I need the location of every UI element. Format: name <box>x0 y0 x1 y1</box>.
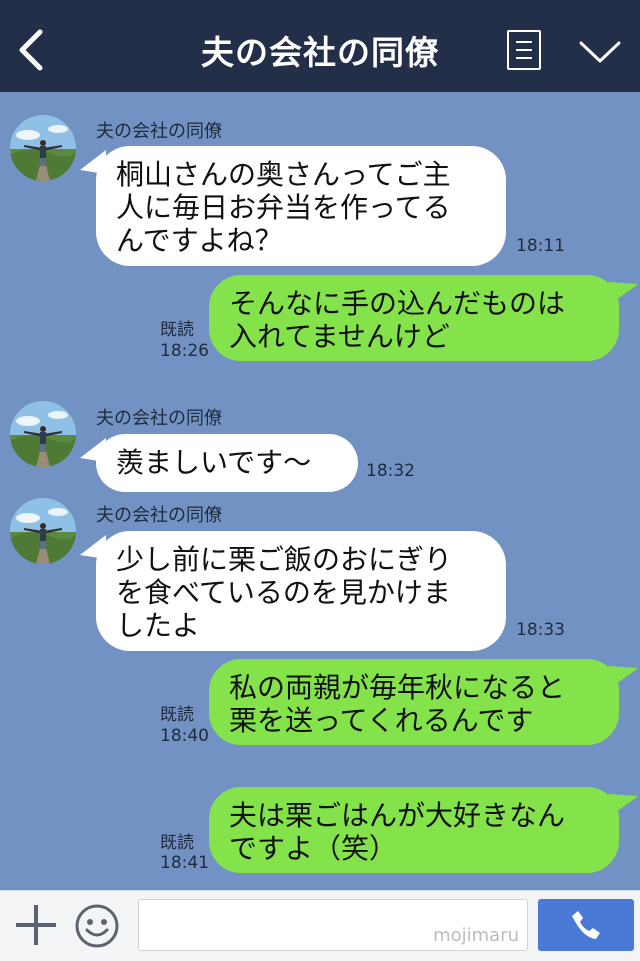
message-line: 栗を送ってくれるんです <box>229 704 534 737</box>
chat-header: 夫の会社の同僚 <box>0 0 640 92</box>
message-line: を食べているのを見かけま <box>116 576 451 609</box>
plus-icon[interactable] <box>14 903 58 947</box>
chevron-down-icon[interactable] <box>578 38 622 66</box>
read-receipt: 既読 <box>160 705 194 725</box>
message-input[interactable]: mojimaru <box>138 899 528 951</box>
menu-icon[interactable] <box>507 30 541 70</box>
read-receipt: 既読 <box>160 833 194 853</box>
message-line: したよ <box>116 609 201 642</box>
message-line: 桐山さんの奥さんってご主 <box>116 158 451 191</box>
message-line: んですよね？ <box>116 224 283 257</box>
bubble-tail <box>608 794 638 818</box>
avatar[interactable] <box>10 401 76 467</box>
message-line: 羨ましいです〜 <box>116 446 312 479</box>
watermark: mojimaru <box>433 925 519 946</box>
message-bubble: 少し前に栗ご飯のおにぎり を食べているのを見かけま したよ <box>96 531 506 651</box>
sender-name: 夫の会社の同僚 <box>96 121 222 142</box>
message-bubble: そんなに手の込んだものは 入れてませんけど <box>209 275 619 361</box>
bubble-tail <box>608 282 638 306</box>
message-line: 私の両親が毎年秋になると <box>229 671 566 704</box>
timestamp: 18:40 <box>160 726 209 746</box>
timestamp: 18:41 <box>160 853 209 873</box>
message-bubble: 桐山さんの奥さんってご主 人に毎日お弁当を作ってる んですよね？ <box>96 146 506 266</box>
message-bubble: 夫は栗ごはんが大好きなん ですよ（笑） <box>209 787 619 873</box>
message-line: ですよ（笑） <box>229 832 398 865</box>
message-line: そんなに手の込んだものは <box>229 287 566 320</box>
message-input-bar: mojimaru <box>0 890 640 961</box>
bubble-tail <box>608 666 638 690</box>
call-button[interactable] <box>538 899 634 951</box>
phone-icon <box>572 911 600 939</box>
avatar[interactable] <box>10 115 76 181</box>
message-bubble: 私の両親が毎年秋になると 栗を送ってくれるんです <box>209 659 619 745</box>
sender-name: 夫の会社の同僚 <box>96 408 222 429</box>
message-line: 入れてませんけど <box>229 320 450 353</box>
message-line: 人に毎日お弁当を作ってる <box>116 191 451 224</box>
message-line: 少し前に栗ご飯のおにぎり <box>116 543 453 576</box>
message-line: 夫は栗ごはんが大好きなん <box>229 799 566 832</box>
timestamp: 18:33 <box>516 620 565 640</box>
timestamp: 18:26 <box>160 341 209 361</box>
sender-name: 夫の会社の同僚 <box>96 505 222 526</box>
smiley-icon[interactable] <box>74 903 120 949</box>
timestamp: 18:32 <box>366 461 415 481</box>
message-bubble: 羨ましいです〜 <box>96 434 358 492</box>
chat-title: 夫の会社の同僚 <box>201 33 439 72</box>
read-receipt: 既読 <box>160 320 194 340</box>
timestamp: 18:11 <box>516 236 565 256</box>
avatar[interactable] <box>10 498 76 564</box>
